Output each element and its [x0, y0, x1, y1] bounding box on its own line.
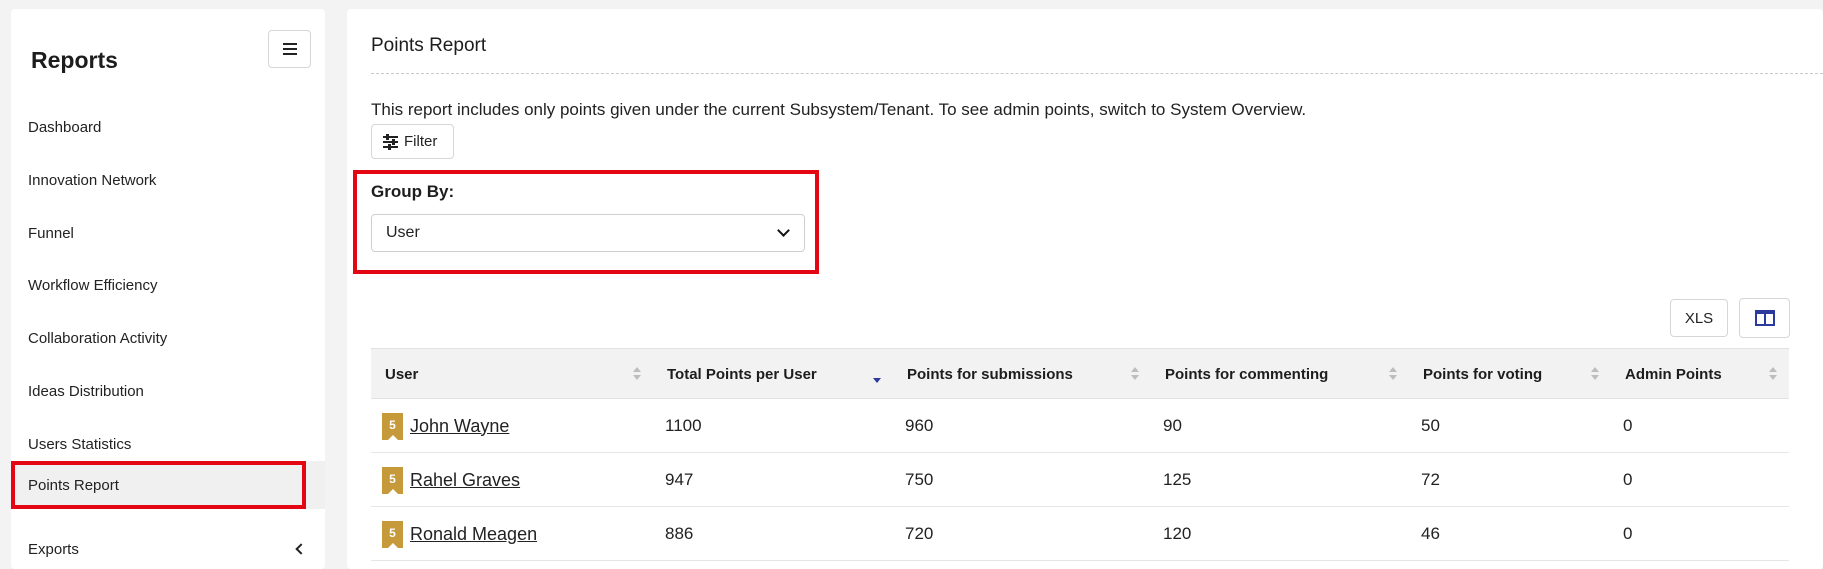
menu-toggle-button[interactable]	[268, 30, 311, 68]
user-cell: 5 John Wayne	[371, 399, 509, 453]
column-header-total-points[interactable]: Total Points per User	[653, 349, 893, 399]
column-header-user[interactable]: User	[371, 349, 653, 399]
export-xls-button[interactable]: XLS	[1670, 299, 1728, 337]
columns-icon	[1754, 310, 1775, 326]
level-badge-icon: 5	[382, 466, 403, 495]
sidebar-item-label: Dashboard	[28, 118, 102, 136]
sidebar-item-collaboration-activity[interactable]: Collaboration Activity	[11, 314, 325, 362]
column-settings-button[interactable]	[1739, 298, 1790, 338]
column-header-label: User	[385, 365, 419, 383]
commenting-cell: 125	[1163, 470, 1192, 489]
submissions-cell: 960	[905, 416, 934, 435]
submissions-cell: 750	[905, 470, 934, 489]
voting-cell: 46	[1421, 524, 1440, 543]
total-points-cell: 886	[665, 524, 694, 543]
total-points-cell: 947	[665, 470, 694, 489]
sidebar-item-label: Ideas Distribution	[28, 382, 144, 400]
column-header-label: Total Points per User	[667, 365, 817, 383]
main-panel: Points Report This report includes only …	[347, 9, 1823, 569]
sidebar-item-label: Exports	[28, 540, 79, 558]
chevron-down-icon	[777, 224, 790, 237]
column-header-voting[interactable]: Points for voting	[1409, 349, 1611, 399]
table-row: 5 Rahel Graves 947 750 125 72 0	[371, 453, 1789, 507]
commenting-cell: 120	[1163, 524, 1192, 543]
admin-points-cell: 0	[1623, 416, 1633, 435]
column-header-label: Points for voting	[1423, 365, 1543, 383]
column-header-label: Points for commenting	[1165, 365, 1329, 383]
sidebar-item-label: Points Report	[28, 476, 119, 494]
sort-icon	[1389, 367, 1397, 381]
user-cell: 5 Rahel Graves	[371, 453, 520, 507]
sidebar-title: Reports	[31, 47, 118, 73]
group-by-label: Group By:	[371, 182, 455, 201]
sidebar-item-workflow-efficiency[interactable]: Workflow Efficiency	[11, 261, 325, 309]
divider	[371, 73, 1823, 74]
group-by-select[interactable]: User	[371, 214, 805, 252]
sidebar-item-label: Workflow Efficiency	[28, 276, 158, 294]
sidebar-item-funnel[interactable]: Funnel	[11, 209, 325, 257]
sidebar-item-label: Users Statistics	[28, 435, 132, 453]
sort-icon	[633, 367, 641, 381]
sidebar-item-points-report[interactable]: Points Report	[11, 461, 325, 509]
level-badge-icon: 5	[382, 412, 403, 441]
table-header: User Total Points per User Points for su…	[371, 348, 1789, 399]
sidebar-item-label: Innovation Network	[28, 171, 157, 189]
voting-cell: 72	[1421, 470, 1440, 489]
user-link[interactable]: John Wayne	[410, 416, 509, 437]
filter-sliders-icon	[383, 133, 398, 150]
column-header-label: Admin Points	[1625, 365, 1722, 383]
admin-points-cell: 0	[1623, 470, 1633, 489]
page-title: Points Report	[371, 35, 487, 56]
column-header-submissions[interactable]: Points for submissions	[893, 349, 1151, 399]
sidebar-item-exports[interactable]: Exports	[11, 525, 325, 569]
column-header-admin-points[interactable]: Admin Points	[1611, 349, 1789, 399]
column-header-commenting[interactable]: Points for commenting	[1151, 349, 1409, 399]
submissions-cell: 720	[905, 524, 934, 543]
user-link[interactable]: Ronald Meagen	[410, 524, 537, 545]
sidebar-item-ideas-distribution[interactable]: Ideas Distribution	[11, 367, 325, 415]
table-row: 5 Ronald Meagen 886 720 120 46 0	[371, 507, 1789, 561]
filter-button[interactable]: Filter	[371, 124, 454, 159]
total-points-cell: 1100	[665, 416, 702, 435]
filter-label: Filter	[404, 133, 438, 150]
user-cell: 5 Ronald Meagen	[371, 507, 537, 561]
sort-icon	[1131, 367, 1139, 381]
chevron-left-icon	[295, 543, 307, 555]
hamburger-icon	[282, 43, 297, 55]
commenting-cell: 90	[1163, 416, 1182, 435]
sidebar-item-innovation-network[interactable]: Innovation Network	[11, 156, 325, 204]
report-info-text: This report includes only points given u…	[371, 100, 1307, 119]
sidebar-item-label: Collaboration Activity	[28, 329, 168, 347]
sidebar-item-dashboard[interactable]: Dashboard	[11, 103, 325, 151]
sort-desc-icon	[873, 370, 881, 384]
points-table: User Total Points per User Points for su…	[371, 348, 1789, 561]
table-row: 5 John Wayne 1100 960 90 50 0	[371, 399, 1789, 453]
sort-icon	[1591, 367, 1599, 381]
user-link[interactable]: Rahel Graves	[410, 470, 520, 491]
sidebar: Reports Dashboard Innovation Network Fun…	[11, 9, 325, 569]
admin-points-cell: 0	[1623, 524, 1633, 543]
sidebar-item-label: Funnel	[28, 224, 74, 242]
column-header-label: Points for submissions	[907, 365, 1073, 383]
level-badge-icon: 5	[382, 520, 403, 549]
sort-icon	[1769, 367, 1777, 381]
voting-cell: 50	[1421, 416, 1440, 435]
group-by-selected-value: User	[386, 224, 420, 241]
